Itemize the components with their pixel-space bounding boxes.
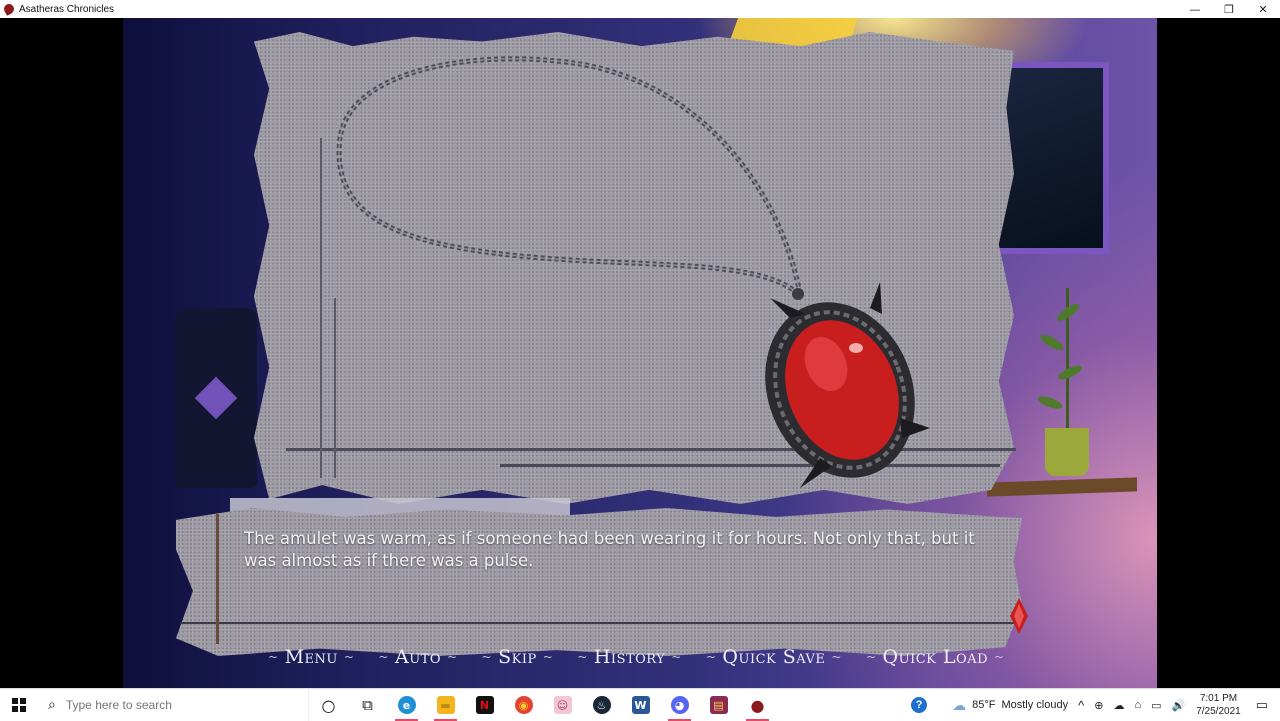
history-button[interactable]: ~ History ~ [571, 646, 688, 668]
paper-scratch [500, 464, 1000, 467]
click-to-continue-icon[interactable] [1010, 598, 1028, 634]
tray-home-icon[interactable]: ⌂ [1134, 699, 1141, 711]
cortana-icon[interactable]: ○ [309, 689, 348, 721]
search-icon: ⌕ [48, 697, 56, 713]
plant-leaf-icon [1056, 362, 1084, 383]
paper-scratch [334, 298, 336, 478]
quick-load-button[interactable]: ~ Quick Load ~ [860, 646, 1011, 668]
paper-scratch [320, 138, 322, 478]
word-icon[interactable]: W [621, 689, 660, 721]
paper-scratch [216, 514, 219, 644]
dialogue-text: The amulet was warm, as if someone had b… [244, 529, 975, 570]
notification-icon[interactable]: ▭ [1256, 697, 1268, 713]
skip-button[interactable]: ~ Skip ~ [476, 646, 560, 668]
tray-network-icon[interactable]: ⊕ [1094, 699, 1103, 712]
discord-icon[interactable]: ◕ [660, 689, 699, 721]
app-icon [2, 2, 16, 16]
auto-button[interactable]: ~ Auto ~ [372, 646, 463, 668]
clock-date: 7/25/2021 [1196, 706, 1241, 717]
taskbar-search[interactable]: ⌕ [38, 689, 309, 721]
tray-display-icon[interactable]: ▭ [1151, 699, 1161, 712]
chrome-icon[interactable]: ◉ [504, 689, 543, 721]
volume-icon[interactable]: 🔊 [1172, 699, 1186, 712]
taskbar-apps: ○ ⧉ e ▬ N ◉ ☺ ♨ W ◕ ▤ ● [309, 689, 777, 721]
minimize-button[interactable]: — [1178, 0, 1212, 18]
tray-overflow-chevron-icon[interactable]: ^ [1078, 698, 1084, 713]
clock-time: 7:01 PM [1199, 693, 1238, 704]
netflix-icon[interactable]: N [465, 689, 504, 721]
game-viewport[interactable]: The amulet was warm, as if someone had b… [0, 18, 1280, 688]
windows-taskbar: ⌕ ○ ⧉ e ▬ N ◉ ☺ ♨ W ◕ ▤ ● ? ☁ 85°F Mostl… [0, 688, 1280, 721]
windows-logo-icon [12, 698, 26, 712]
quick-menu: ~ Menu ~ ~ Auto ~ ~ Skip ~ ~ History ~ ~… [262, 642, 1023, 672]
help-icon[interactable]: ? [911, 697, 928, 713]
plant-pot [1045, 428, 1089, 476]
plant-leaf-icon [1038, 332, 1066, 353]
plant-leaf-icon [1036, 393, 1064, 412]
system-tray: ? ☁ 85°F Mostly cloudy ^ ⊕ ☁ ⌂ ▭ 🔊 7:01 … [906, 689, 1280, 721]
close-button[interactable]: ✕ [1246, 0, 1280, 18]
wall-shelf [987, 477, 1137, 497]
paper-scratch [286, 448, 1016, 451]
tray-onedrive-icon[interactable]: ☁ [1113, 699, 1124, 712]
edge-icon[interactable]: e [387, 689, 426, 721]
cloud-icon: ☁ [952, 696, 967, 713]
file-explorer-icon[interactable]: ▬ [426, 689, 465, 721]
restore-button[interactable]: ❐ [1212, 0, 1246, 18]
steam-icon[interactable]: ♨ [582, 689, 621, 721]
menu-button[interactable]: ~ Menu ~ [262, 646, 360, 668]
torn-paper-panel [254, 32, 1014, 504]
taskbar-clock[interactable]: 7:01 PM 7/25/2021 [1196, 692, 1241, 718]
window-title: Asatheras Chronicles [19, 3, 115, 15]
search-input[interactable] [63, 697, 288, 713]
winrar-icon[interactable]: ▤ [699, 689, 738, 721]
start-button[interactable] [0, 689, 38, 721]
paper-scratch [180, 622, 1020, 624]
task-view-icon[interactable]: ⧉ [348, 689, 387, 721]
quick-save-button[interactable]: ~ Quick Save ~ [700, 646, 848, 668]
weather-condition: Mostly cloudy [1001, 699, 1069, 711]
asatheras-app-icon[interactable]: ● [738, 689, 777, 721]
window-titlebar: Asatheras Chronicles — ❐ ✕ [0, 0, 1280, 19]
character-app-icon[interactable]: ☺ [543, 689, 582, 721]
weather-temp: 85°F [972, 699, 996, 711]
weather-widget[interactable]: ☁ 85°F Mostly cloudy [952, 697, 1068, 714]
